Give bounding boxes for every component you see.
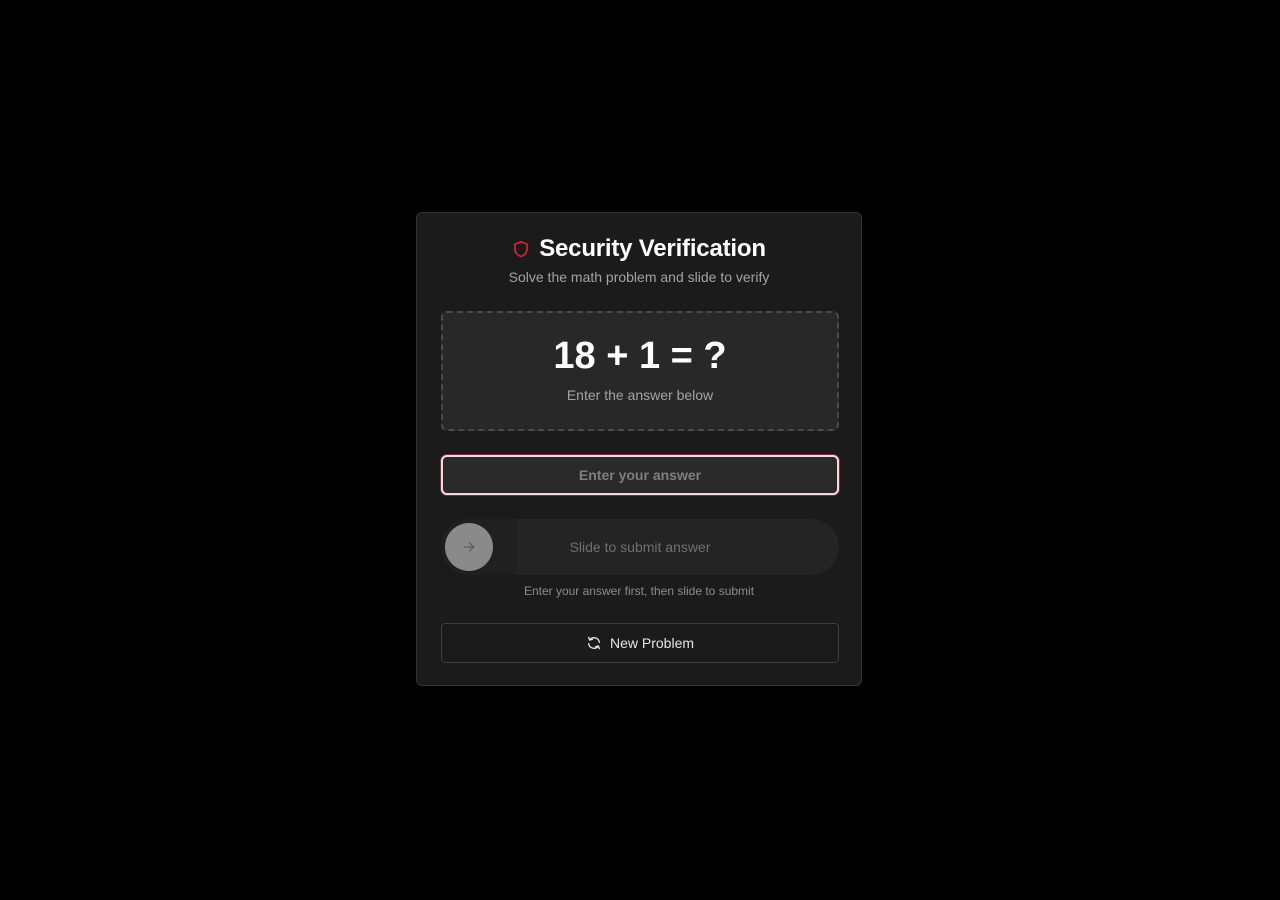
slider-label: Slide to submit answer xyxy=(569,539,711,555)
arrow-right-icon xyxy=(463,542,475,552)
verification-card: Security Verification Solve the math pro… xyxy=(416,212,862,686)
shield-icon xyxy=(514,241,529,258)
card-header: Security Verification xyxy=(417,235,861,263)
instruction-text: Enter your answer first, then slide to s… xyxy=(523,584,755,598)
answer-input[interactable] xyxy=(441,455,839,495)
slider-handle[interactable] xyxy=(445,523,493,571)
refresh-icon xyxy=(587,636,600,650)
math-problem-box: 18 + 1 = ? Enter the answer below xyxy=(441,311,839,431)
submit-slider[interactable]: Slide to submit answer xyxy=(441,519,839,575)
new-problem-label: New Problem xyxy=(609,635,695,651)
page-title: Security Verification xyxy=(539,235,766,262)
problem-hint: Enter the answer below xyxy=(566,387,714,403)
page-subtitle: Solve the math problem and slide to veri… xyxy=(508,269,770,285)
math-equation: 18 + 1 = ? xyxy=(553,335,727,377)
new-problem-button[interactable]: New Problem xyxy=(441,623,839,663)
